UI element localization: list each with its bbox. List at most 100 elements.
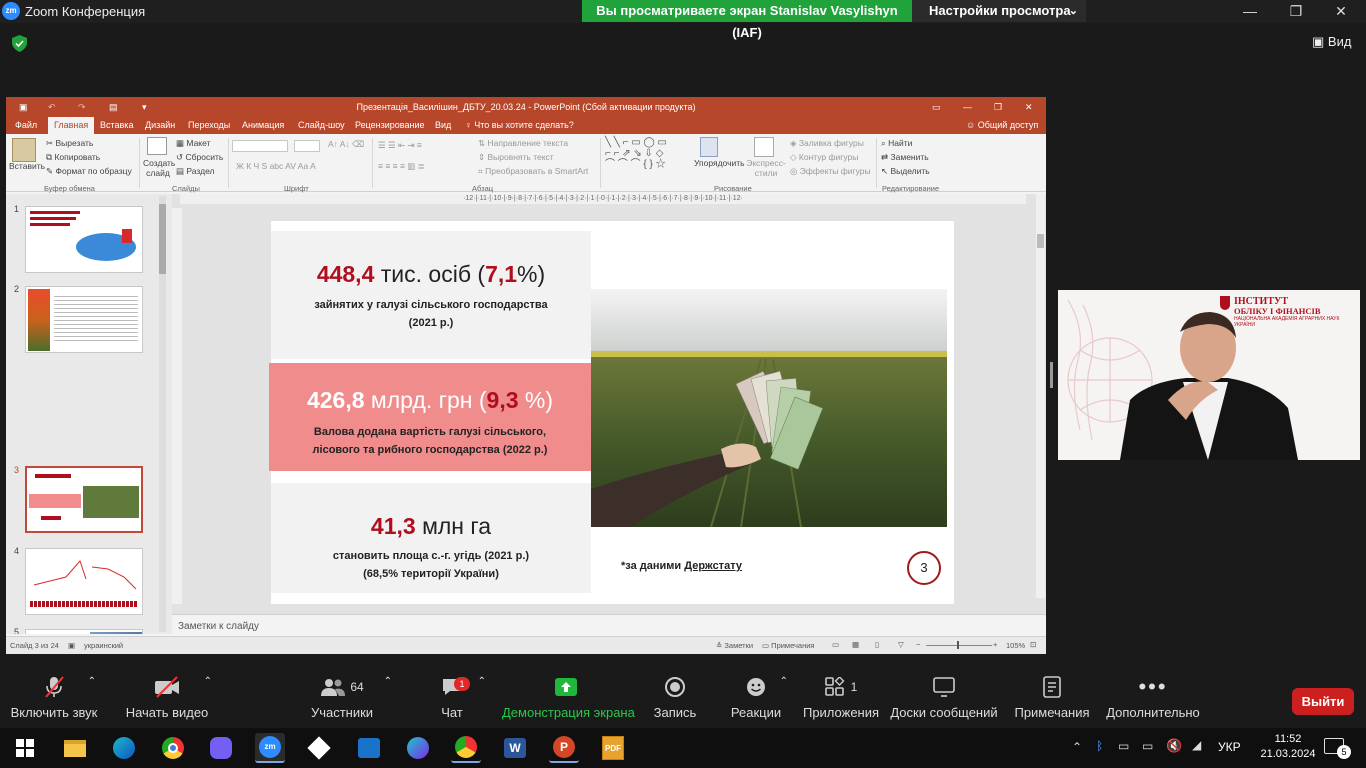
slide-sorter-icon[interactable]: ▦ <box>852 640 859 649</box>
zoom-slider[interactable] <box>926 645 992 646</box>
system-clock[interactable]: 11:52 21.03.2024 <box>1256 732 1320 762</box>
ppt-minimize-icon[interactable]: — <box>963 97 972 117</box>
tab-view[interactable]: Вид <box>435 120 451 130</box>
find-button[interactable]: ⌕ Найти <box>881 138 912 149</box>
edge-icon[interactable] <box>109 733 139 763</box>
replace-button[interactable]: ⇄ Заменить <box>881 152 929 163</box>
chevron-up-icon[interactable]: ⌃ <box>478 676 486 687</box>
ribbon-display-icon[interactable]: ▭ <box>932 97 941 117</box>
more-button[interactable]: ••• Дополнительно <box>1104 672 1202 728</box>
chevron-up-icon[interactable]: ⌃ <box>780 676 788 687</box>
quick-styles-button[interactable]: Экспресс-стили <box>746 158 786 178</box>
source-link[interactable]: Держстату <box>684 560 742 572</box>
zoom-out-icon[interactable]: − <box>916 640 920 649</box>
canva-icon[interactable] <box>403 733 433 763</box>
share-button[interactable]: ☺ Общий доступ <box>966 120 1038 130</box>
shape-fill-button[interactable]: ◈ Заливка фигуры <box>790 138 864 149</box>
participants-button[interactable]: 64 ⌃ Участники <box>300 672 392 728</box>
slide-thumbnail-2[interactable] <box>25 286 143 353</box>
slideshow-icon[interactable]: ▤ <box>109 97 118 117</box>
leave-button[interactable]: Выйти <box>1292 688 1354 715</box>
section-button[interactable]: ▤ Раздел <box>176 166 215 177</box>
restore-icon[interactable]: ❐ <box>1281 2 1311 20</box>
outlook-icon[interactable] <box>354 733 384 763</box>
zoom-level[interactable]: 105% <box>1006 641 1025 650</box>
slideshow-view-icon[interactable]: ▽ <box>898 640 904 649</box>
tab-file[interactable]: Файл <box>15 120 37 130</box>
shield-icon[interactable] <box>12 35 27 52</box>
vertical-scrollbar[interactable] <box>1036 194 1045 598</box>
panel-resize-handle[interactable] <box>1050 362 1053 388</box>
copy-button[interactable]: ⧉ Копировать <box>46 152 100 163</box>
apps-button[interactable]: 1 Приложения <box>800 672 882 728</box>
font-format-icons[interactable]: Ж К Ч S abc AV Aa A <box>236 161 316 171</box>
viber-icon[interactable] <box>206 733 236 763</box>
ppt-close-icon[interactable]: ✕ <box>1025 97 1033 117</box>
smartart-button[interactable]: ⌗ Преобразовать в SmartArt <box>478 166 588 177</box>
tab-home[interactable]: Главная <box>48 117 95 134</box>
align-text-button[interactable]: ⇕ Выровнять текст <box>478 152 554 163</box>
chevron-up-icon[interactable]: ⌃ <box>384 676 392 687</box>
language[interactable]: украинский <box>84 641 123 650</box>
spellcheck-icon[interactable]: ▣ <box>68 641 75 650</box>
start-video-button[interactable]: ⌃ Начать видео <box>116 672 218 728</box>
pdf-icon[interactable]: PDF <box>598 733 628 763</box>
close-icon[interactable]: ✕ <box>1326 2 1356 20</box>
chrome-icon[interactable] <box>158 733 188 763</box>
chrome-profile-icon[interactable] <box>451 733 481 763</box>
powerpoint-icon[interactable]: P <box>549 733 579 763</box>
tab-review[interactable]: Рецензирование <box>355 120 425 130</box>
slide-thumbnail-1[interactable] <box>25 206 143 273</box>
notes-button[interactable]: Примечания <box>1012 672 1092 728</box>
windows-start-icon[interactable] <box>10 733 40 763</box>
paste-icon[interactable] <box>12 138 36 162</box>
tell-me-box[interactable]: ♀ Что вы хотите сделать? <box>465 120 574 130</box>
tab-slideshow[interactable]: Слайд-шоу <box>298 120 345 130</box>
quick-styles-icon[interactable] <box>754 137 774 157</box>
share-screen-button[interactable]: Демонстрация экрана <box>502 672 635 728</box>
tray-expand-icon[interactable]: ⌃ <box>1072 740 1082 754</box>
new-slide-icon[interactable] <box>147 137 167 155</box>
arrange-icon[interactable] <box>700 137 718 157</box>
app-icon[interactable] <box>304 733 334 763</box>
text-direction-button[interactable]: ⇅ Направление текста <box>478 138 568 149</box>
paste-button[interactable]: Вставить <box>9 161 45 171</box>
network-device-icon[interactable]: ▭ <box>1118 739 1129 753</box>
shapes-gallery[interactable]: ╲ ╲ ⌐ ▭ ◯ ▭ ⌐ ⌐ ⇗ ⇘ ⇩ ◇ ⌒ ⌒ ⌒ { } ☆ <box>605 137 667 170</box>
zoom-in-icon[interactable]: + <box>993 640 997 649</box>
bluetooth-icon[interactable]: ᛒ <box>1096 739 1103 753</box>
reactions-button[interactable]: ⌃ Реакции <box>730 672 788 728</box>
whiteboards-button[interactable]: Доски сообщений <box>890 672 998 728</box>
word-icon[interactable]: W <box>500 733 530 763</box>
cut-button[interactable]: ✂ Вырезать <box>46 138 93 149</box>
tab-insert[interactable]: Вставка <box>100 120 133 130</box>
customize-icon[interactable]: ▾ <box>142 97 147 117</box>
input-language[interactable]: УКР <box>1218 740 1241 754</box>
font-size-field[interactable] <box>294 140 320 152</box>
notifications-icon[interactable]: 5 <box>1324 738 1351 759</box>
tab-design[interactable]: Дизайн <box>145 120 175 130</box>
slide-thumbnail-4[interactable] <box>25 548 143 615</box>
chevron-up-icon[interactable]: ⌃ <box>88 676 96 687</box>
reading-view-icon[interactable]: ▯ <box>875 640 879 649</box>
minimize-icon[interactable]: — <box>1235 2 1265 20</box>
wifi-icon[interactable]: ◢ <box>1192 738 1201 752</box>
slide-thumbnail-5[interactable] <box>25 629 143 634</box>
layout-button[interactable]: ▦ Макет <box>176 138 210 149</box>
tab-transitions[interactable]: Переходы <box>188 120 230 130</box>
select-button[interactable]: ↖ Выделить <box>881 166 930 177</box>
normal-view-icon[interactable]: ▭ <box>832 640 839 649</box>
speaker-muted-icon[interactable]: 🔇 <box>1166 738 1182 754</box>
notes-toggle[interactable]: ≙ Заметки <box>716 641 753 650</box>
tab-animations[interactable]: Анимация <box>242 120 284 130</box>
slide-thumbnail-3-selected[interactable] <box>25 466 143 533</box>
comments-toggle[interactable]: ▭ Примечания <box>762 641 814 650</box>
battery-icon[interactable]: ▭ <box>1142 739 1153 753</box>
chevron-up-icon[interactable]: ⌃ <box>204 676 212 687</box>
zoom-slider-thumb[interactable] <box>957 641 959 649</box>
view-settings-button[interactable]: Настройки просмотра ⌄ <box>912 0 1086 22</box>
arrange-button[interactable]: Упорядочить <box>694 158 745 168</box>
current-slide[interactable]: 448,4 тис. осіб (7,1%) зайнятих у галузі… <box>269 221 954 604</box>
view-button[interactable]: ▣ Вид <box>1312 34 1351 50</box>
fit-slide-icon[interactable]: ⊡ <box>1030 640 1036 649</box>
